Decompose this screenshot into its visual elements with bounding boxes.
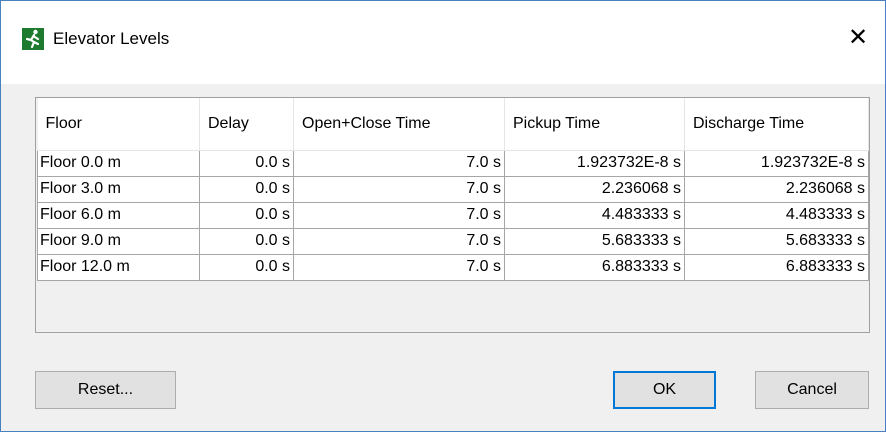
table-row: Floor 12.0 m 0.0 s 7.0 s 6.883333 s 6.88… bbox=[37, 253, 869, 281]
discharge-time-cell[interactable]: 4.483333 s bbox=[684, 201, 869, 229]
floor-cell[interactable]: Floor 3.0 m bbox=[37, 175, 200, 203]
table-row: Floor 9.0 m 0.0 s 7.0 s 5.683333 s 5.683… bbox=[37, 227, 869, 255]
pickup-time-cell[interactable]: 2.236068 s bbox=[504, 175, 685, 203]
open-close-time-cell[interactable]: 7.0 s bbox=[293, 175, 505, 203]
discharge-time-cell[interactable]: 5.683333 s bbox=[684, 227, 869, 255]
dialog-title: Elevator Levels bbox=[53, 29, 170, 48]
cancel-button[interactable]: Cancel bbox=[755, 371, 869, 409]
discharge-time-cell[interactable]: 2.236068 s bbox=[684, 175, 869, 203]
elevator-levels-table-frame: Floor Delay Open+Close Time Pickup Time … bbox=[35, 97, 870, 333]
delay-cell[interactable]: 0.0 s bbox=[199, 149, 294, 177]
delay-cell[interactable]: 0.0 s bbox=[199, 175, 294, 203]
elevator-levels-dialog: Elevator Levels ✕ Floor Delay Open+Close… bbox=[0, 0, 886, 432]
pickup-time-cell[interactable]: 5.683333 s bbox=[504, 227, 685, 255]
table-row: Floor 6.0 m 0.0 s 7.0 s 4.483333 s 4.483… bbox=[37, 201, 869, 229]
open-close-time-cell[interactable]: 7.0 s bbox=[293, 149, 505, 177]
delay-cell[interactable]: 0.0 s bbox=[199, 201, 294, 229]
delay-cell[interactable]: 0.0 s bbox=[199, 253, 294, 281]
table-header-row: Floor Delay Open+Close Time Pickup Time … bbox=[37, 98, 869, 151]
floor-cell[interactable]: Floor 6.0 m bbox=[37, 201, 200, 229]
running-man-exit-icon bbox=[22, 28, 44, 50]
table-row: Floor 0.0 m 0.0 s 7.0 s 1.923732E-8 s 1.… bbox=[37, 149, 869, 177]
pickup-time-cell[interactable]: 1.923732E-8 s bbox=[504, 149, 685, 177]
pickup-time-cell[interactable]: 6.883333 s bbox=[504, 253, 685, 281]
title-bar: Elevator Levels ✕ bbox=[1, 1, 885, 84]
open-close-time-cell[interactable]: 7.0 s bbox=[293, 201, 505, 229]
column-header-pickup-time[interactable]: Pickup Time bbox=[504, 98, 685, 151]
ok-button[interactable]: OK bbox=[613, 371, 716, 409]
column-header-delay[interactable]: Delay bbox=[199, 98, 294, 151]
pickup-time-cell[interactable]: 4.483333 s bbox=[504, 201, 685, 229]
table-row: Floor 3.0 m 0.0 s 7.0 s 2.236068 s 2.236… bbox=[37, 175, 869, 203]
open-close-time-cell[interactable]: 7.0 s bbox=[293, 227, 505, 255]
open-close-time-cell[interactable]: 7.0 s bbox=[293, 253, 505, 281]
column-header-floor[interactable]: Floor bbox=[37, 98, 200, 151]
column-header-discharge-time[interactable]: Discharge Time bbox=[684, 98, 869, 151]
reset-button[interactable]: Reset... bbox=[35, 371, 176, 409]
discharge-time-cell[interactable]: 1.923732E-8 s bbox=[684, 149, 869, 177]
floor-cell[interactable]: Floor 12.0 m bbox=[37, 253, 200, 281]
floor-cell[interactable]: Floor 0.0 m bbox=[37, 149, 200, 177]
column-header-open-close-time[interactable]: Open+Close Time bbox=[293, 98, 505, 151]
elevator-levels-table: Floor Delay Open+Close Time Pickup Time … bbox=[37, 98, 869, 281]
delay-cell[interactable]: 0.0 s bbox=[199, 227, 294, 255]
close-icon[interactable]: ✕ bbox=[845, 25, 871, 51]
floor-cell[interactable]: Floor 9.0 m bbox=[37, 227, 200, 255]
discharge-time-cell[interactable]: 6.883333 s bbox=[684, 253, 869, 281]
